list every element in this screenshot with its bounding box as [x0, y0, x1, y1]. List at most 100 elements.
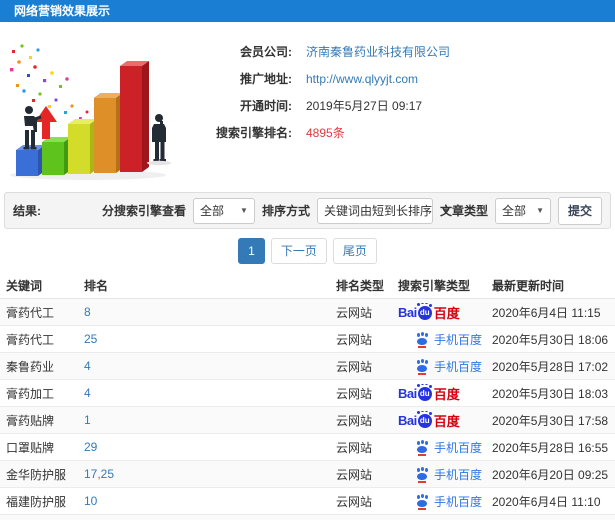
- article-type-selected: 全部: [501, 204, 526, 218]
- engine-view-select[interactable]: 全部 ▼: [192, 197, 255, 224]
- bar-red: [120, 61, 149, 172]
- keyword-cell: 膏药贴牌: [6, 413, 55, 428]
- up-arrow-icon: [35, 106, 57, 139]
- rank-link[interactable]: 8: [84, 305, 336, 319]
- rank-link[interactable]: 10: [84, 494, 336, 508]
- table-header-row: 关键词 排名 排名类型 搜索引擎类型 最新更新时间: [0, 272, 615, 299]
- engine-cell: Bai du 百度: [398, 383, 492, 403]
- mobile-baidu-underline: [418, 481, 426, 483]
- promo-url-link[interactable]: http://www.qlyyjt.com: [306, 72, 418, 86]
- bar-chart-clipart-icon: [10, 44, 171, 180]
- baidu-logo-text-cn: 百度: [433, 305, 460, 321]
- member-summary-section: 会员公司: 济南秦鲁药业科技有限公司 推广地址: http://www.qlyy…: [0, 22, 615, 192]
- rank-link[interactable]: 4: [84, 359, 336, 373]
- rank-link[interactable]: 1: [84, 413, 336, 427]
- bar-yellow: [68, 119, 97, 174]
- engine-cell: 手机百度: [398, 493, 492, 510]
- baidu-web-logo: Bai du 百度: [398, 383, 460, 403]
- submit-button[interactable]: 提交: [557, 196, 602, 225]
- engine-cell: 手机百度: [398, 439, 492, 456]
- last-page-button[interactable]: 尾页: [332, 237, 377, 264]
- engine-cell: 手机百度: [398, 331, 492, 348]
- mobile-baidu-underline: [418, 346, 426, 348]
- bar-green: [42, 137, 71, 175]
- company-link[interactable]: 济南秦鲁药业科技有限公司: [306, 43, 450, 60]
- keyword-cell: 金华防护服: [6, 467, 67, 482]
- mobile-baidu-underline: [418, 373, 426, 375]
- keyword-cell: 膏药代工: [6, 305, 55, 320]
- rank-type-cell: 云网站: [336, 359, 373, 374]
- chevron-down-icon: ▼: [240, 206, 248, 215]
- table-row: 膏药加工 4 云网站 Bai du 百度 2020年5月30日 18:03: [0, 380, 615, 407]
- rank-type-cell: 云网站: [336, 494, 373, 509]
- rank-count-value: 4895条: [306, 126, 345, 140]
- table-row: 福建防护服 10 云网站 手机百度 2020年6月4日 11:10: [0, 488, 615, 515]
- results-table: 关键词 排名 排名类型 搜索引擎类型 最新更新时间 膏药代工 8 云网站 Bai du 百…: [0, 272, 615, 520]
- sort-selected: 关键词由短到长排序: [323, 204, 432, 218]
- chevron-down-icon: ▼: [536, 206, 544, 215]
- person-left-icon: [23, 106, 42, 150]
- sort-label: 排序方式: [261, 204, 310, 218]
- baidu-paw-icon: du: [416, 383, 432, 401]
- result-label: 结果:: [13, 204, 41, 218]
- rank-type-cell: 云网站: [336, 413, 373, 428]
- keyword-cell: 福建防护服: [6, 494, 67, 509]
- baidu-logo-text-cn: 百度: [433, 386, 460, 402]
- rank-count-label: 搜索引擎排名:: [216, 126, 292, 140]
- page-title: 网络营销效果展示: [14, 4, 111, 18]
- rank-link[interactable]: 25: [84, 332, 336, 346]
- header-keyword: 关键词: [6, 278, 43, 293]
- rank-type-cell: 云网站: [336, 305, 373, 320]
- filter-bar: 结果: 分搜索引擎查看 全部 ▼ 排序方式 关键词由短到长排序 ▼ 文章类型 全…: [4, 192, 611, 229]
- rank-link[interactable]: 17,25: [84, 467, 336, 481]
- baidu-logo-text-bai: Bai: [398, 412, 417, 428]
- article-type-select[interactable]: 全部 ▼: [494, 197, 551, 224]
- bar-blue: [16, 145, 45, 176]
- mobile-baidu-label: 手机百度: [434, 440, 483, 455]
- mobile-baidu-paw-icon: [416, 333, 429, 348]
- table-row: 金华防护服 17,25 云网站 手机百度 2020年6月20日 09:25: [0, 461, 615, 488]
- table-row: 膏药代工 8 云网站 Bai du 百度 2020年6月4日 11:15: [0, 299, 615, 326]
- engine-view-label: 分搜索引擎查看: [101, 204, 186, 218]
- info-row-url: 推广地址: http://www.qlyyjt.com: [174, 65, 615, 92]
- mobile-baidu-label: 手机百度: [434, 467, 483, 482]
- mobile-baidu-underline: [418, 508, 426, 510]
- baidu-paw-icon: du: [416, 410, 432, 428]
- page-1-button[interactable]: 1: [238, 237, 265, 264]
- mobile-baidu-logo: 手机百度: [416, 439, 482, 456]
- table-row: 膏药代工 25 云网站 手机百度 2020年5月30日 18:06: [0, 326, 615, 353]
- header-engine-type: 搜索引擎类型: [398, 278, 471, 293]
- baidu-web-logo: Bai du 百度: [398, 302, 460, 322]
- rank-type-cell: 云网站: [336, 467, 373, 482]
- open-time-value: 2019年5月27日 09:17: [306, 99, 423, 113]
- mobile-baidu-underline: [418, 454, 426, 456]
- engine-cell: 手机百度: [398, 466, 492, 483]
- filter-controls: 分搜索引擎查看 全部 ▼ 排序方式 关键词由短到长排序 ▼ 文章类型 全部 ▼ …: [101, 196, 602, 225]
- rank-link[interactable]: 4: [84, 386, 336, 400]
- promo-url-label: 推广地址:: [240, 72, 292, 86]
- table-row: 膏药贴牌 1 云网站 Bai du 百度 2020年5月30日 17:58: [0, 407, 615, 434]
- keyword-cell: 膏药代工: [6, 332, 55, 347]
- mobile-baidu-paw-icon: [416, 441, 429, 456]
- mobile-baidu-label: 手机百度: [434, 494, 483, 509]
- engine-cell: 手机百度: [398, 358, 492, 375]
- time-cell: 2020年5月30日 18:03: [492, 386, 609, 401]
- table-row: 秦鲁药业 4 云网站 手机百度 2020年5月28日 17:02: [0, 353, 615, 380]
- confetti-dots: [10, 44, 103, 125]
- next-page-button[interactable]: 下一页: [270, 237, 327, 264]
- rank-link[interactable]: 29: [84, 440, 336, 454]
- mobile-baidu-label: 手机百度: [434, 332, 483, 347]
- mobile-baidu-logo: 手机百度: [416, 358, 482, 375]
- bar-orange: [94, 93, 123, 173]
- mobile-baidu-label: 手机百度: [434, 359, 483, 374]
- mobile-baidu-logo: 手机百度: [416, 331, 482, 348]
- baidu-logo-text-bai: Bai: [398, 304, 417, 320]
- pagination: 1 下一页 尾页: [0, 229, 615, 272]
- keyword-cell: 秦鲁药业: [6, 359, 55, 374]
- keyword-cell: 口罩贴牌: [6, 440, 55, 455]
- mobile-baidu-logo: 手机百度: [416, 493, 482, 510]
- table-body: 膏药代工 8 云网站 Bai du 百度 2020年6月4日 11:15 膏药代工 25 云网站手…: [0, 299, 615, 520]
- person-right-icon: [152, 114, 166, 162]
- sort-select[interactable]: 关键词由短到长排序 ▼: [316, 197, 450, 224]
- header-update-time: 最新更新时间: [492, 278, 565, 293]
